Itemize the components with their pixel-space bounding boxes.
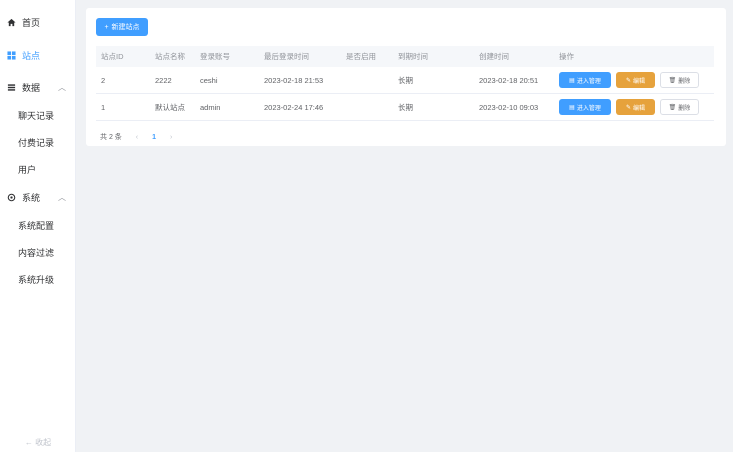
sidebar-item-label: 内容过滤 [18, 247, 55, 258]
table-row: 2 2222 ceshi 2023-02-18 21:53 长期 2023-02… [96, 67, 714, 94]
header-last-login: 最后登录时间 [264, 52, 309, 61]
sidebar-item-chat-records[interactable]: 聊天记录 [0, 105, 76, 125]
toggle-knob [347, 81, 354, 88]
sidebar-item-system-config[interactable]: 系统配置 [0, 215, 76, 235]
delete-button[interactable]: 🗑 删除 [660, 72, 699, 88]
pagination-total: 共 2 条 [100, 134, 122, 141]
cell-actions: ▤ 进入管理 ✎ 编辑 🗑 删除 [559, 99, 699, 115]
sidebar-item-label: 系统配置 [18, 220, 55, 231]
manage-icon: ▤ [569, 77, 575, 84]
prev-page-icon[interactable]: ‹ [136, 134, 138, 141]
header-expire: 到期时间 [398, 52, 428, 61]
trash-icon: 🗑 [668, 104, 677, 111]
trash-icon: 🗑 [668, 77, 677, 84]
plus-icon: + [104, 23, 109, 31]
sidebar-item-content-filter[interactable]: 内容过滤 [0, 242, 76, 262]
table-header: 站点ID 站点名称 登录账号 最后登录时间 是否启用 到期时间 创建时间 操作 [96, 46, 714, 67]
sidebar: 首页 站点 数据 ︿ 聊天记录 付费记录 用户 系统 ︿ 系统配置 内容过滤 系… [0, 0, 76, 452]
sidebar-group-data[interactable]: 数据 ︿ [0, 77, 76, 97]
gear-icon [6, 192, 16, 202]
sidebar-item-label: 付费记录 [18, 137, 55, 148]
enter-manage-label: 进入管理 [576, 78, 601, 85]
enter-manage-button[interactable]: ▤ 进入管理 [559, 72, 611, 88]
cell-created: 2023-02-18 20:51 [479, 75, 539, 85]
cell-actions: ▤ 进入管理 ✎ 编辑 🗑 删除 [559, 72, 699, 88]
new-site-label: 新建站点 [111, 24, 140, 31]
header-site-id: 站点ID [101, 52, 124, 61]
new-site-button[interactable]: + 新建站点 [96, 18, 148, 36]
cell-login-account: ceshi [200, 75, 218, 85]
delete-label: 删除 [678, 105, 691, 112]
cell-login-account: admin [200, 102, 221, 112]
header-site-name: 站点名称 [155, 52, 185, 61]
cell-site-name: 默认站点 [155, 102, 185, 112]
sidebar-item-label: 首页 [22, 17, 41, 28]
sidebar-item-home[interactable]: 首页 [0, 12, 76, 32]
sidebar-item-label: 聊天记录 [18, 110, 55, 121]
manage-icon: ▤ [569, 104, 575, 111]
cell-site-name: 2222 [155, 75, 172, 85]
sidebar-item-label: 系统升级 [18, 274, 55, 285]
edit-button[interactable]: ✎ 编辑 [616, 99, 655, 115]
edit-icon: ✎ [625, 77, 631, 84]
cell-last-login: 2023-02-18 21:53 [264, 75, 324, 85]
header-enabled: 是否启用 [346, 52, 376, 61]
grid-icon [6, 50, 16, 60]
collapse-button[interactable]: ← 收起 [0, 437, 76, 448]
chevron-up-icon: ︿ [58, 192, 66, 202]
pagination: 共 2 条 ‹ 1 › [100, 132, 172, 142]
edit-icon: ✎ [625, 104, 631, 111]
cell-last-login: 2023-02-24 17:46 [264, 102, 324, 112]
enter-manage-label: 进入管理 [576, 105, 601, 112]
chevron-up-icon: ︿ [58, 82, 66, 92]
home-icon [6, 17, 16, 27]
next-page-icon[interactable]: › [170, 134, 172, 141]
list-icon [6, 82, 16, 92]
delete-label: 删除 [678, 78, 691, 85]
sidebar-item-label: 系统 [22, 192, 41, 203]
sites-card: + 新建站点 站点ID 站点名称 登录账号 最后登录时间 是否启用 到期时间 创… [86, 8, 726, 146]
sidebar-item-sites[interactable]: 站点 [0, 45, 76, 65]
sidebar-item-users[interactable]: 用户 [0, 159, 76, 179]
cell-created: 2023-02-10 09:03 [479, 102, 539, 112]
toggle-knob [355, 108, 362, 115]
sidebar-item-label: 数据 [22, 82, 41, 93]
cell-expire: 长期 [398, 102, 413, 112]
edit-button[interactable]: ✎ 编辑 [616, 72, 655, 88]
cell-site-id: 1 [101, 102, 106, 112]
sidebar-item-label: 用户 [18, 164, 37, 175]
cell-site-id: 2 [101, 75, 106, 85]
sidebar-item-payment-records[interactable]: 付费记录 [0, 132, 76, 152]
sidebar-group-system[interactable]: 系统 ︿ [0, 187, 76, 207]
edit-label: 编辑 [633, 105, 646, 112]
sidebar-item-label: 站点 [22, 50, 41, 61]
edit-label: 编辑 [633, 78, 646, 85]
table-row: 1 默认站点 admin 2023-02-24 17:46 长期 2023-02… [96, 94, 714, 121]
page-number[interactable]: 1 [152, 134, 156, 141]
delete-button[interactable]: 🗑 删除 [660, 99, 699, 115]
header-login-account: 登录账号 [200, 52, 230, 61]
sites-table: 站点ID 站点名称 登录账号 最后登录时间 是否启用 到期时间 创建时间 操作 … [96, 46, 714, 121]
enter-manage-button[interactable]: ▤ 进入管理 [559, 99, 611, 115]
header-created: 创建时间 [479, 52, 509, 61]
sidebar-item-system-upgrade[interactable]: 系统升级 [0, 269, 76, 289]
cell-expire: 长期 [398, 75, 413, 85]
header-actions: 操作 [559, 52, 574, 61]
